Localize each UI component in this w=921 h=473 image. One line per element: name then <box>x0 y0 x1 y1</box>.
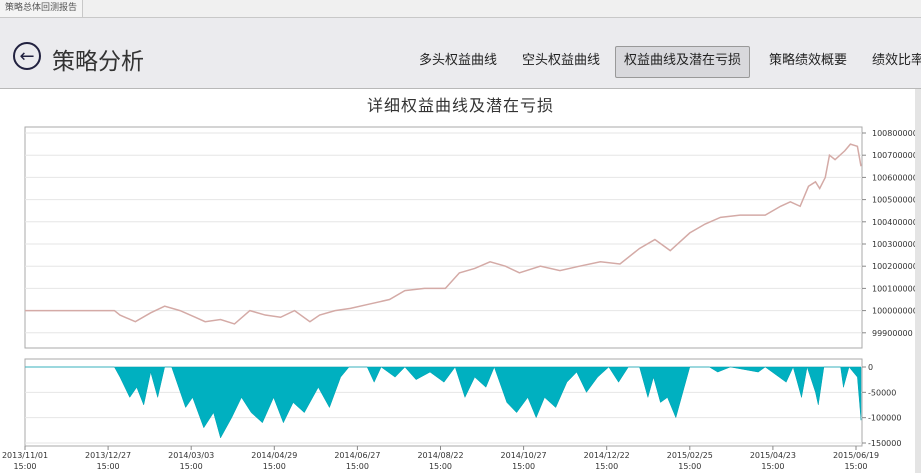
equity-ytick-label: 100300000 <box>872 240 918 249</box>
x-tick-label-date: 2014/12/22 <box>584 451 630 460</box>
equity-ytick-label: 100700000 <box>872 151 918 160</box>
equity-ytick-label: 100000000 <box>872 307 918 316</box>
chart-canvas: 100800000 100700000 100600000 100500000 1004… <box>2 126 918 471</box>
x-tick-label-time: 15:00 <box>844 462 867 471</box>
x-tick-label-time: 15:00 <box>263 462 286 471</box>
x-tick-label-date: 2015/04/23 <box>750 451 796 460</box>
x-tick-label-date: 2013/12/27 <box>85 451 131 460</box>
equity-plot-area <box>24 126 863 349</box>
drawdown-ytick-label: -150000 <box>868 439 901 448</box>
x-tick-label-date: 2015/06/19 <box>833 451 879 460</box>
equity-ytick-label: 100100000 <box>872 284 918 293</box>
x-tick-label-date: 2015/02/25 <box>667 451 713 460</box>
x-tick-label-time: 15:00 <box>429 462 452 471</box>
equity-ytick-label: 100400000 <box>872 218 918 227</box>
x-tick-label-time: 15:00 <box>346 462 369 471</box>
equity-ytick-label: 99900000 <box>872 329 913 338</box>
x-tick-label-date: 2014/08/22 <box>417 451 463 460</box>
x-tick-label-time: 15:00 <box>97 462 120 471</box>
x-tick-label-time: 15:00 <box>180 462 203 471</box>
vertical-scrollbar[interactable] <box>915 89 921 473</box>
x-tick-label-date: 2014/10/27 <box>501 451 547 460</box>
x-tick-label-date: 2014/03/03 <box>168 451 214 460</box>
x-tick-label-time: 15:00 <box>678 462 701 471</box>
equity-ytick-label: 100200000 <box>872 262 918 271</box>
x-tick-label-time: 15:00 <box>595 462 618 471</box>
equity-ytick-label: 100800000 <box>872 129 918 138</box>
x-tick-label-date: 2013/11/01 <box>2 451 48 460</box>
drawdown-ytick-label: -50000 <box>868 388 896 397</box>
drawdown-ytick-label: -100000 <box>868 414 901 423</box>
drawdown-ytick-label: 0 <box>868 363 873 372</box>
x-tick-label-date: 2014/04/29 <box>251 451 297 460</box>
x-tick-label-time: 15:00 <box>761 462 784 471</box>
x-tick-label-time: 15:00 <box>512 462 535 471</box>
equity-ytick-label: 100600000 <box>872 173 918 182</box>
x-tick-label-time: 15:00 <box>13 462 36 471</box>
x-tick-label-date: 2014/06/27 <box>334 451 380 460</box>
equity-ytick-label: 100500000 <box>872 196 918 205</box>
